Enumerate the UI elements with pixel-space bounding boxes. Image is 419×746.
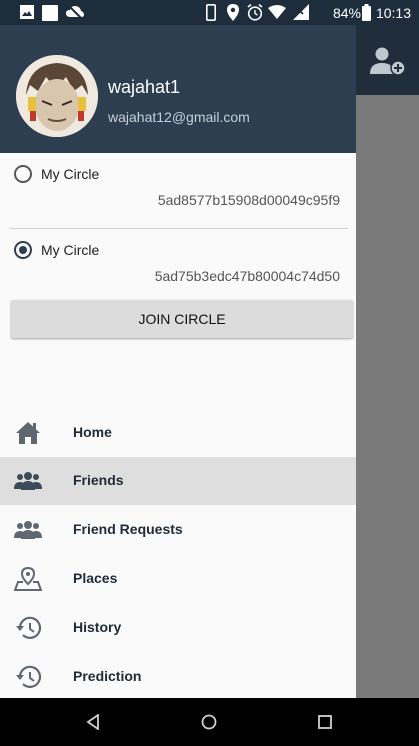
nav-label: Friend Requests: [73, 521, 183, 537]
history-icon: [16, 616, 42, 639]
radio-button-unchecked[interactable]: [14, 165, 32, 183]
radio-button-checked[interactable]: [14, 241, 32, 259]
join-circle-button[interactable]: JOIN CIRCLE: [11, 300, 353, 338]
nav-item-places[interactable]: Places: [0, 555, 356, 603]
add-friend-button[interactable]: [366, 40, 414, 80]
nav-label: Friends: [73, 472, 124, 488]
signal-icon: [293, 4, 309, 20]
clock: 10:13: [375, 5, 411, 21]
alarm-icon: [247, 4, 263, 21]
people-icon: [14, 521, 42, 539]
nav-label: History: [73, 619, 122, 635]
nav-label: Places: [73, 570, 118, 586]
nav-item-friends[interactable]: Friends: [0, 457, 356, 505]
wifi-icon: [268, 5, 286, 19]
circle-option[interactable]: My Circle 5ad75b3edc47b80004c74d50: [0, 229, 356, 299]
status-bar: 84% 10:13: [0, 0, 419, 25]
circle-name: My Circle: [41, 242, 100, 258]
phone-icon: [206, 4, 216, 21]
map-pin-icon: [14, 566, 42, 591]
cloud-off-icon: [66, 5, 84, 19]
square-notification-icon: [42, 5, 58, 21]
recents-icon[interactable]: [318, 715, 332, 729]
nav-label: Home: [73, 424, 112, 440]
add-person-icon: [370, 47, 406, 76]
image-notification-icon: [20, 5, 34, 19]
nav-item-home[interactable]: Home: [0, 409, 356, 457]
battery-percent: 84%: [332, 5, 361, 21]
circle-name: My Circle: [41, 166, 100, 182]
drawer-header: wajahat1 wajahat12@gmail.com: [0, 25, 356, 153]
history-icon: [16, 665, 42, 688]
system-nav-bar: [0, 698, 419, 746]
circle-id: 5ad8577b15908d00049c95f9: [157, 192, 340, 208]
nav-item-prediction[interactable]: Prediction: [0, 653, 356, 701]
home-button-icon[interactable]: [201, 714, 217, 730]
drawer-email: wajahat12@gmail.com: [108, 109, 250, 125]
drawer-username: wajahat1: [108, 77, 181, 97]
avatar-image: [16, 55, 98, 137]
circle-option[interactable]: My Circle 5ad8577b15908d00049c95f9: [0, 153, 356, 223]
battery-icon: [362, 4, 371, 21]
back-icon[interactable]: [86, 714, 100, 730]
nav-label: Prediction: [73, 668, 142, 684]
navigation-drawer: wajahat1 wajahat12@gmail.com My Circle 5…: [0, 25, 356, 698]
people-icon: [14, 472, 42, 490]
circle-id: 5ad75b3edc47b80004c74d50: [154, 268, 340, 284]
avatar[interactable]: [16, 55, 98, 137]
home-icon: [16, 422, 40, 444]
location-icon: [227, 4, 239, 21]
nav-item-history[interactable]: History: [0, 604, 356, 652]
nav-item-friend-requests[interactable]: Friend Requests: [0, 506, 356, 554]
